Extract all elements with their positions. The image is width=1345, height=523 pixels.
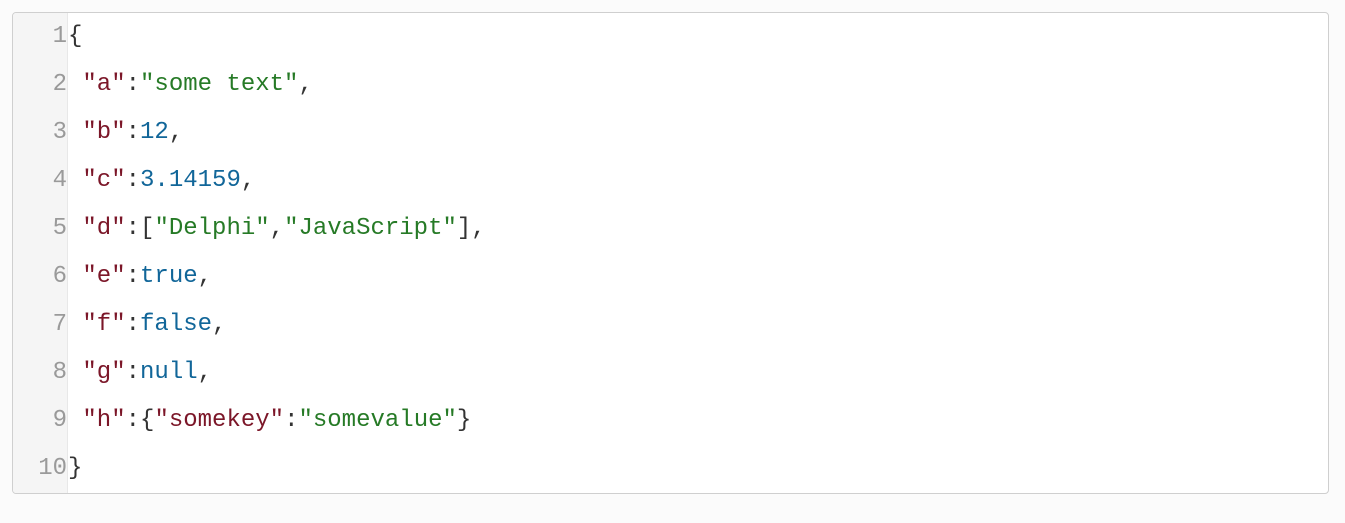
code-token: : [126, 215, 140, 242]
code-token: true [140, 263, 198, 290]
code-token: false [140, 311, 212, 338]
line-content[interactable]: } [68, 445, 1329, 493]
code-token [68, 71, 82, 98]
line-number: 3 [13, 109, 68, 157]
line-content[interactable]: "b":12, [68, 109, 1329, 157]
code-token [68, 167, 82, 194]
code-token: [ [140, 215, 154, 242]
code-line[interactable]: 8 "g":null, [13, 349, 1328, 397]
code-token: : [126, 359, 140, 386]
line-content[interactable]: "h":{"somekey":"somevalue"} [68, 397, 1329, 445]
line-content[interactable]: "e":true, [68, 253, 1329, 301]
code-token: , [212, 311, 226, 338]
code-token: , [471, 215, 485, 242]
code-line[interactable]: 2 "a":"some text", [13, 61, 1328, 109]
line-number: 5 [13, 205, 68, 253]
code-token: } [457, 407, 471, 434]
code-token: "d" [82, 215, 125, 242]
line-content[interactable]: "g":null, [68, 349, 1329, 397]
line-number: 2 [13, 61, 68, 109]
line-content[interactable]: { [68, 13, 1329, 61]
code-token: , [169, 119, 183, 146]
code-line[interactable]: 6 "e":true, [13, 253, 1328, 301]
code-line[interactable]: 1{ [13, 13, 1328, 61]
code-token: , [198, 359, 212, 386]
line-content[interactable]: "f":false, [68, 301, 1329, 349]
code-line[interactable]: 5 "d":["Delphi","JavaScript"], [13, 205, 1328, 253]
code-token: { [140, 407, 154, 434]
line-content[interactable]: "c":3.14159, [68, 157, 1329, 205]
code-token: "g" [82, 359, 125, 386]
line-number: 4 [13, 157, 68, 205]
line-content[interactable]: "a":"some text", [68, 61, 1329, 109]
code-token [68, 119, 82, 146]
line-number: 9 [13, 397, 68, 445]
code-token: "a" [82, 71, 125, 98]
code-token: "c" [82, 167, 125, 194]
code-token: ] [457, 215, 471, 242]
code-token: "Delphi" [154, 215, 269, 242]
line-number: 10 [13, 445, 68, 493]
code-line[interactable]: 4 "c":3.14159, [13, 157, 1328, 205]
code-line[interactable]: 3 "b":12, [13, 109, 1328, 157]
code-token: "f" [82, 311, 125, 338]
code-token: "b" [82, 119, 125, 146]
line-number: 8 [13, 349, 68, 397]
code-token: , [298, 71, 312, 98]
code-line[interactable]: 7 "f":false, [13, 301, 1328, 349]
code-token [68, 263, 82, 290]
code-line[interactable]: 10} [13, 445, 1328, 493]
code-line[interactable]: 9 "h":{"somekey":"somevalue"} [13, 397, 1328, 445]
code-table: 1{2 "a":"some text",3 "b":12,4 "c":3.141… [13, 13, 1328, 493]
code-token: "some text" [140, 71, 298, 98]
code-token [68, 407, 82, 434]
code-token: : [284, 407, 298, 434]
line-content[interactable]: "d":["Delphi","JavaScript"], [68, 205, 1329, 253]
code-token: , [198, 263, 212, 290]
code-token: : [126, 263, 140, 290]
code-token: : [126, 119, 140, 146]
code-token: "JavaScript" [284, 215, 457, 242]
code-token: : [126, 407, 140, 434]
code-token: "h" [82, 407, 125, 434]
code-token: null [140, 359, 198, 386]
line-number: 6 [13, 253, 68, 301]
code-editor[interactable]: 1{2 "a":"some text",3 "b":12,4 "c":3.141… [12, 12, 1329, 494]
code-token: : [126, 71, 140, 98]
code-token: } [68, 455, 82, 482]
code-token: 12 [140, 119, 169, 146]
code-token: "e" [82, 263, 125, 290]
line-number: 7 [13, 301, 68, 349]
code-token: , [270, 215, 284, 242]
code-token [68, 359, 82, 386]
code-token [68, 311, 82, 338]
code-token: { [68, 23, 82, 50]
code-token: "somevalue" [298, 407, 456, 434]
code-token: : [126, 311, 140, 338]
line-number: 1 [13, 13, 68, 61]
code-token: 3.14159 [140, 167, 241, 194]
code-token: "somekey" [154, 407, 284, 434]
code-token [68, 215, 82, 242]
code-token: : [126, 167, 140, 194]
code-token: , [241, 167, 255, 194]
